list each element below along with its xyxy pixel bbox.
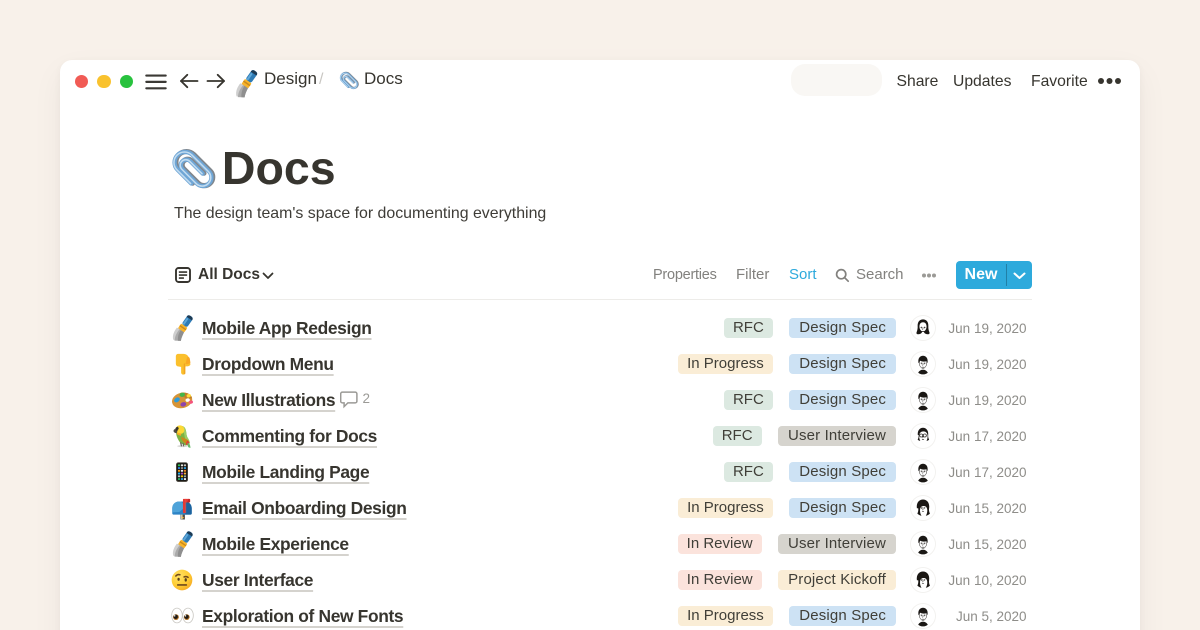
svg-text:2: 2 <box>363 391 371 406</box>
